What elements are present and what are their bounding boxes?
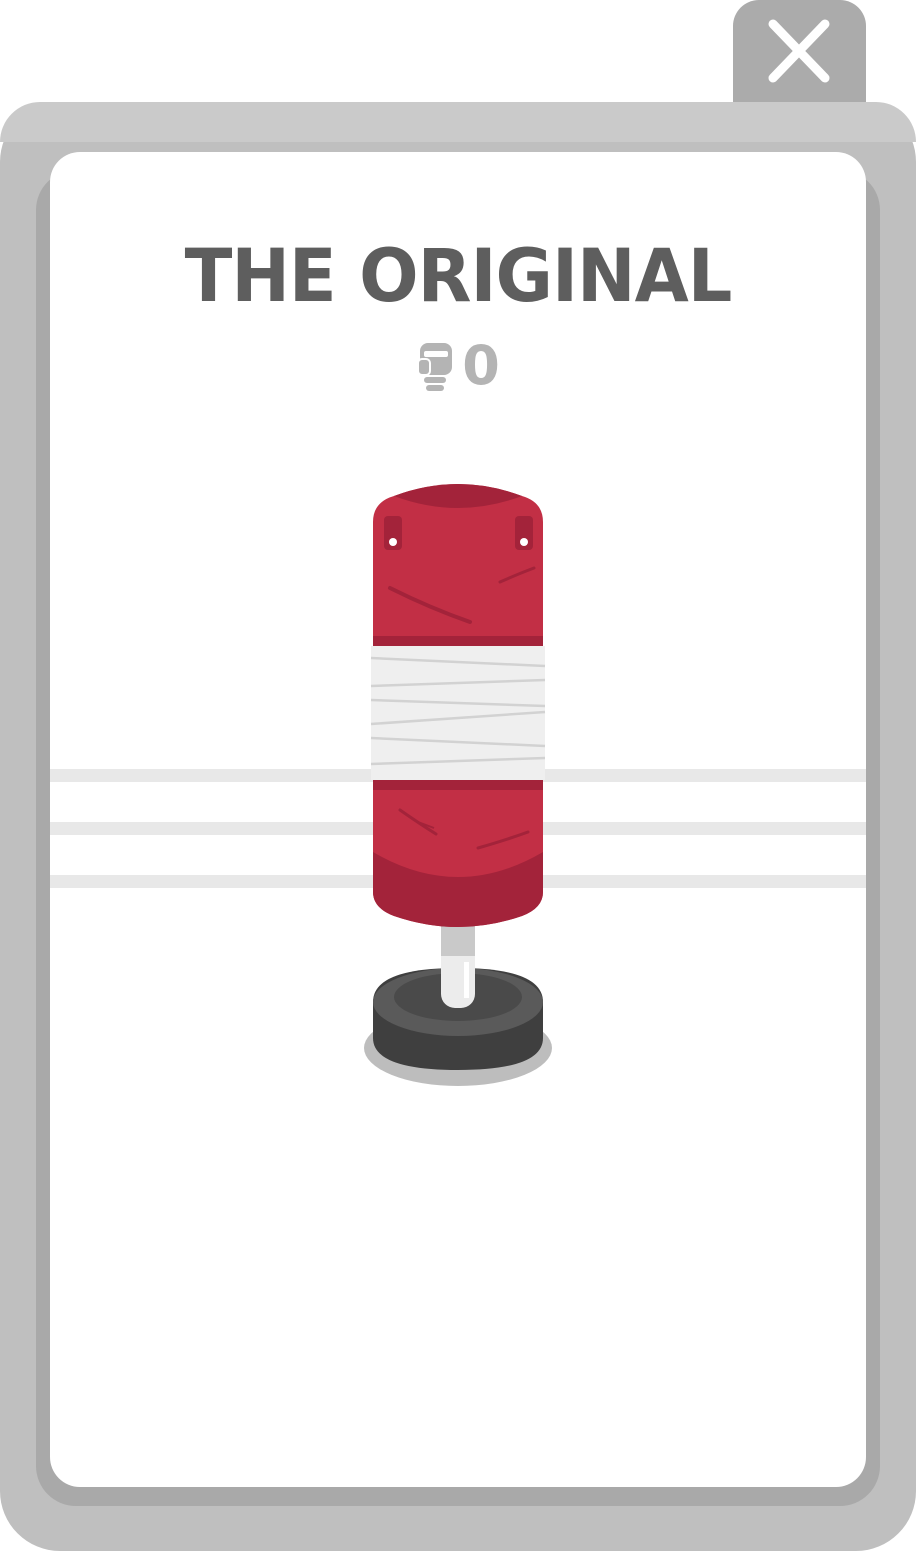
item-title: THE ORIGINAL bbox=[184, 232, 733, 320]
item-detail-screen: THE ORIGINAL 0 bbox=[0, 0, 916, 1551]
dialog-frame-highlight bbox=[0, 102, 916, 142]
punching-bag-image bbox=[364, 484, 552, 1086]
close-icon bbox=[768, 19, 830, 83]
punch-count-value: 0 bbox=[462, 334, 500, 397]
boxing-glove-icon bbox=[417, 343, 453, 391]
punch-count: 0 bbox=[0, 336, 916, 396]
